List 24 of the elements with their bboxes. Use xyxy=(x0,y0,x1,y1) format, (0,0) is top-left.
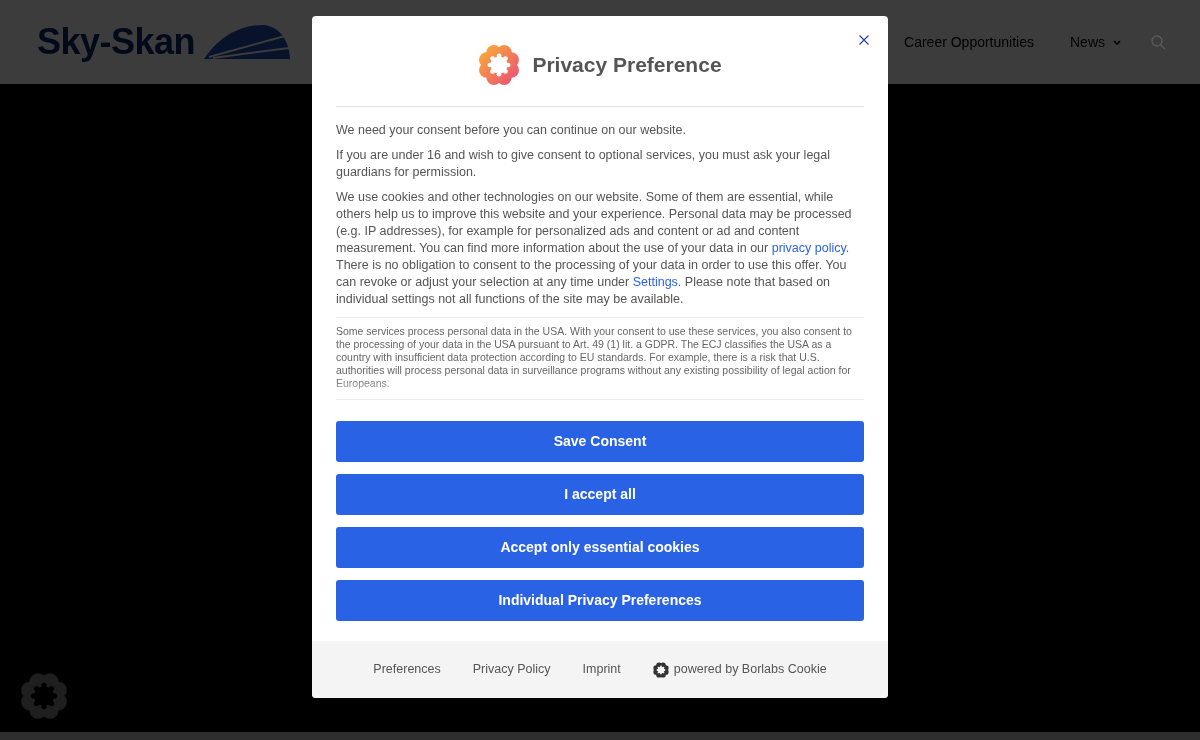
footer-link[interactable]: powered by Borlabs Cookie xyxy=(673,660,827,679)
consent-button[interactable]: Save Consent xyxy=(336,421,864,462)
consent-button[interactable]: Individual Privacy Preferences xyxy=(336,580,864,621)
consent-button[interactable]: Accept only essential cookies xyxy=(336,527,864,568)
consent-paragraph: We use cookies and other technologies on our website. Some of them are essential, while others help us to improve this website and your experience. Personal data may be processed (e.g. IP addresses), for example for personalized ads and content or ad and content measurement. You can find more information about the use of your data in our privacy policy. There is no obligation to consent to the processing of your data in order to use this offer. You can revoke or adjust your selection at any time under Settings. Please note that based on individual settings not all functions of the site may be available. xyxy=(336,189,853,308)
search-button[interactable] xyxy=(1151,34,1166,50)
usa-data-notice: Some services process personal data in the USA. With your consent to use these services, you also consent to the processing of your data in the USA pursuant to Art. 49 (1) lit. a GDPR. The ECJ classifies the USA as a country with insufficient data protection according to EU standards. For example, there is a risk that U.S. authorities will process personal data in surveillance programs without any existing possibility of legal action for Europeans. xyxy=(336,325,853,390)
dialog-title: Privacy Preference xyxy=(532,52,722,79)
footer-link[interactable]: Preferences xyxy=(373,660,441,679)
footer-link[interactable]: Imprint xyxy=(582,660,621,679)
footer-link[interactable]: Privacy Policy xyxy=(472,660,551,679)
consent-button[interactable]: I accept all xyxy=(336,474,864,515)
flower-ring-icon[interactable] xyxy=(20,672,68,720)
logo-text: Sky-Skan xyxy=(37,24,196,60)
dome-logo-icon xyxy=(203,24,292,60)
search-icon xyxy=(1151,34,1166,50)
inline-link[interactable]: Settings xyxy=(632,275,678,289)
close-icon xyxy=(859,35,869,45)
consent-paragraph: If you are under 16 and wish to give consent to optional services, you must ask your legal guardians for permission. xyxy=(336,147,832,181)
consent-paragraph: We need your consent before you can continue on our website. xyxy=(336,122,687,139)
flower-logo-icon xyxy=(478,44,521,86)
flower-ring-icon xyxy=(652,661,669,678)
close-button[interactable] xyxy=(858,34,870,46)
inline-link[interactable]: privacy policy xyxy=(771,241,846,255)
